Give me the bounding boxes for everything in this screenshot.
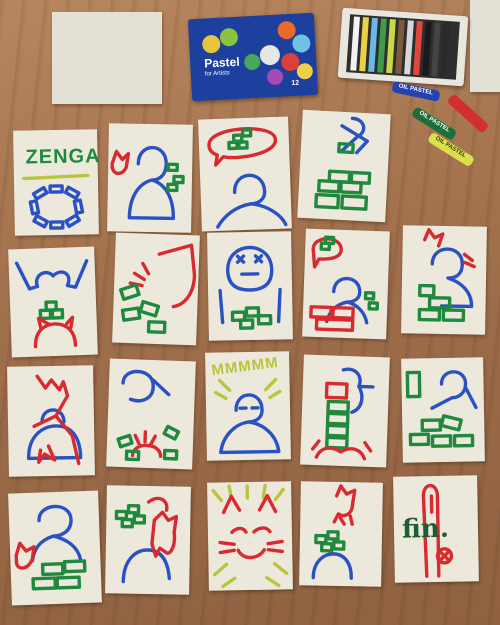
pastel-box: Pastel for Artists 12 bbox=[187, 12, 319, 102]
card-worried-face bbox=[207, 231, 293, 341]
card-figure-red-cat bbox=[107, 123, 193, 233]
paper-edge bbox=[470, 0, 500, 92]
red-oil-pastel bbox=[446, 93, 490, 134]
card-thinking-blocks bbox=[198, 116, 292, 232]
fin-text: fin. bbox=[401, 513, 450, 545]
blank-paper-card bbox=[52, 12, 162, 104]
card-blocks-cat-bottom bbox=[8, 490, 102, 606]
card-cat-leaving bbox=[105, 485, 191, 595]
ring-of-blocks bbox=[28, 184, 85, 230]
card-hand-pulling-block bbox=[297, 109, 391, 223]
card-fallen-blocks bbox=[401, 357, 485, 463]
oil-pastel-sticks bbox=[346, 14, 460, 80]
card-tall-tower bbox=[300, 354, 390, 468]
card-cat-on-pile bbox=[401, 225, 487, 335]
crayon-label: OIL PASTEL bbox=[398, 83, 434, 97]
card-arms-up-cat bbox=[8, 246, 98, 358]
card-meditating: MMMMM bbox=[205, 351, 291, 461]
zenga-title: ZENGA bbox=[25, 145, 101, 169]
card-cat-and-figure bbox=[299, 481, 383, 587]
crayon-label: OIL PASTEL bbox=[417, 110, 451, 134]
pastel-count-label: 12 bbox=[291, 79, 300, 88]
card-title-zenga: ZENGA bbox=[13, 129, 101, 236]
card-stacked-red-blocks bbox=[302, 228, 390, 340]
card-cat-attack bbox=[7, 365, 95, 477]
pastel-brand-label: Pastel bbox=[203, 54, 240, 71]
card-crash bbox=[112, 232, 200, 346]
card-smiling-cat bbox=[207, 481, 293, 591]
card-collapse bbox=[106, 358, 196, 470]
card-fin: fin. bbox=[393, 475, 479, 583]
oil-pastel-tray bbox=[337, 7, 469, 87]
